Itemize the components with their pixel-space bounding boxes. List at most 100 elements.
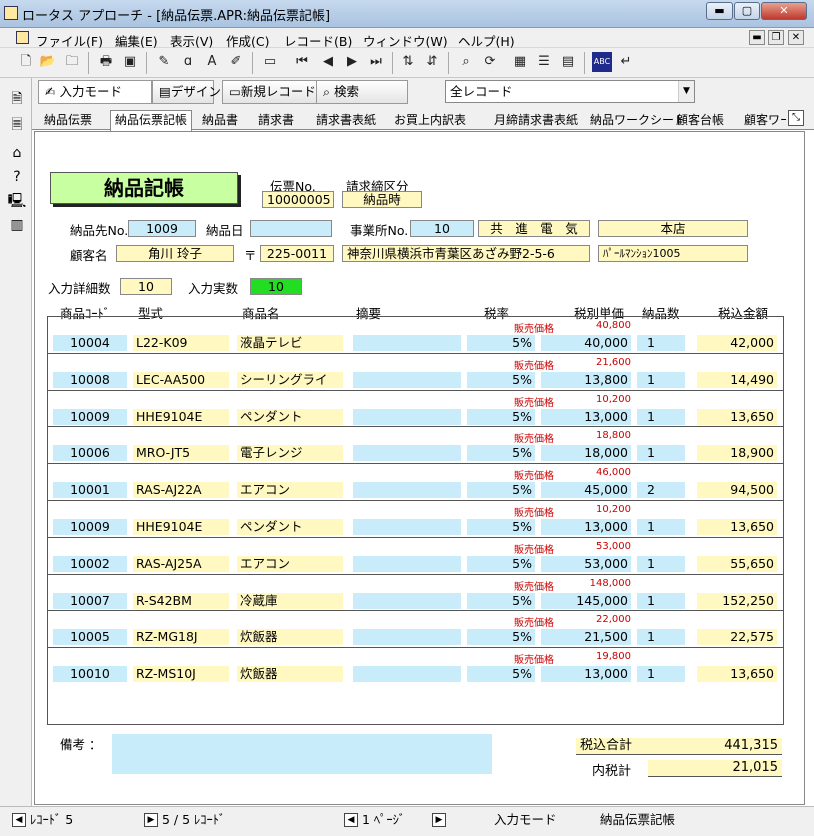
maximize-button[interactable]: ▢ [734,2,760,20]
row-model[interactable]: R-S42BM [133,592,229,609]
row-amount[interactable]: 13,650 [697,519,777,535]
row-qty[interactable]: 1 [637,445,685,462]
row-summary[interactable] [353,519,461,535]
slip-no-field[interactable]: 10000005 [262,191,334,208]
row-model[interactable]: RAS-AJ22A [133,482,229,499]
row-summary[interactable] [353,335,461,351]
detail-count-field[interactable]: 10 [120,278,172,295]
home-icon[interactable]: ⌂ [6,142,28,164]
row-code[interactable]: 10009 [53,519,127,535]
refresh-icon[interactable]: ⟳ [480,52,500,72]
row-summary[interactable] [353,408,461,425]
mdi-minimize-button[interactable]: ▬ [749,30,765,45]
spell-icon[interactable]: ABC [592,52,612,72]
form-icon[interactable]: ▤ [558,52,578,72]
row-summary[interactable] [353,445,461,462]
row-unit-price[interactable]: 145,000 [541,592,631,609]
mdi-restore-button[interactable]: ❐ [768,30,784,45]
record-nav-icon[interactable]: ◀ [12,813,26,827]
row-unit-price[interactable]: 13,000 [541,666,631,683]
next-record-icon[interactable]: ▶ [342,52,362,72]
input-mode-button[interactable]: ✍ 入力モード [38,80,152,104]
customer-name-field[interactable]: 角川 玲子 [116,245,234,262]
address-field[interactable]: 神奈川県横浜市青葉区あざみ野2-5-6 [342,245,590,262]
row-unit-price[interactable]: 18,000 [541,445,631,462]
office-no-field[interactable]: 10 [410,220,474,237]
new-icon[interactable]: 🗋 [16,52,36,72]
row-amount[interactable]: 14,490 [697,371,777,388]
row-product[interactable]: 液晶テレビ [237,335,343,351]
row-code[interactable]: 10001 [53,482,127,499]
row-model[interactable]: RAS-AJ25A [133,555,229,572]
row-amount[interactable]: 152,250 [697,592,777,609]
row-product[interactable]: 電子レンジ [237,445,343,462]
row-tax-rate[interactable]: 5% [467,482,535,499]
tab-invoice-cover[interactable]: 請求書表紙 [316,111,376,128]
row-model[interactable]: LEC-AA500 [133,371,229,388]
doc-icon[interactable] [16,31,29,44]
row-unit-price[interactable]: 40,000 [541,335,631,351]
row-tax-rate[interactable]: 5% [467,519,535,535]
row-qty[interactable]: 1 [637,555,685,572]
row-product[interactable]: エアコン [237,555,343,572]
row-amount[interactable]: 55,650 [697,555,777,572]
app-icon[interactable] [4,6,18,20]
find-icon[interactable]: ⌕ [456,52,476,72]
row-amount[interactable]: 13,650 [697,408,777,425]
pen-icon[interactable]: ✎ [154,52,174,72]
row-model[interactable]: RZ-MG18J [133,629,229,646]
row-summary[interactable] [353,666,461,683]
report-icon[interactable]: ☰ [534,52,554,72]
postal-code-field[interactable]: 225-0011 [260,245,334,262]
row-model[interactable]: RZ-MS10J [133,666,229,683]
row-product[interactable]: ペンダント [237,408,343,425]
sort-desc-icon[interactable]: ⇵ [422,52,442,72]
branch-name-field[interactable]: 本店 [598,220,748,237]
row-summary[interactable] [353,371,461,388]
page-icon[interactable]: 🗎 [6,88,28,110]
row-unit-price[interactable]: 13,000 [541,408,631,425]
delivery-date-field[interactable] [250,220,332,237]
row-product[interactable]: 冷蔵庫 [237,592,343,609]
draw-icon[interactable]: ✐ [226,52,246,72]
open-icon[interactable]: 📂 [38,52,58,72]
row-tax-rate[interactable]: 5% [467,408,535,425]
print-icon[interactable]: 🖶 [96,52,116,72]
row-amount[interactable]: 22,575 [697,629,777,646]
tab-scroll-icon[interactable]: ⤡ [788,110,804,126]
row-product[interactable]: 炊飯器 [237,666,343,683]
row-qty[interactable]: 1 [637,371,685,388]
sort-asc-icon[interactable]: ⇅ [398,52,418,72]
row-unit-price[interactable]: 13,800 [541,371,631,388]
search-button[interactable]: ⌕ 検索 [316,80,408,104]
row-summary[interactable] [353,555,461,572]
notes-field[interactable] [112,734,492,774]
row-product[interactable]: シーリングライ [237,371,343,388]
row-product[interactable]: ペンダント [237,519,343,535]
tab-delivery-entry[interactable]: 納品伝票記帳 [110,110,193,131]
row-unit-price[interactable]: 53,000 [541,555,631,572]
worksheet-icon[interactable]: ▦ [510,52,530,72]
folder-icon[interactable]: 🗀 [62,52,82,72]
status-page[interactable]: 1 ﾍﾟｰｼﾞ [362,811,405,829]
row-code[interactable]: 10004 [53,335,127,351]
record-count-nav-icon[interactable]: ▶ [144,813,158,827]
row-qty[interactable]: 1 [637,592,685,609]
row-tax-rate[interactable]: 5% [467,555,535,572]
building-icon[interactable]: ▥ [6,214,28,236]
status-form-name[interactable]: 納品伝票記帳 [600,811,675,829]
row-model[interactable]: L22-K09 [133,335,229,351]
tab-monthly-cover[interactable]: 月締請求書表紙 [494,111,578,128]
row-code[interactable]: 10005 [53,629,127,646]
design-button[interactable]: ▤デザイン [152,80,221,104]
row-code[interactable]: 10002 [53,555,127,572]
delivery-to-field[interactable]: 1009 [128,220,196,237]
page-prev-icon[interactable]: ◀ [344,813,358,827]
billing-field[interactable]: 納品時 [342,191,422,208]
chevron-down-icon[interactable]: ▼ [678,81,694,102]
tab-delivery-note[interactable]: 納品書 [202,111,238,128]
row-tax-rate[interactable]: 5% [467,629,535,646]
tab-customer-ledger[interactable]: 顧客台帳 [676,111,724,128]
field-icon[interactable]: ▭ [260,52,280,72]
row-model[interactable]: HHE9104E [133,519,229,535]
